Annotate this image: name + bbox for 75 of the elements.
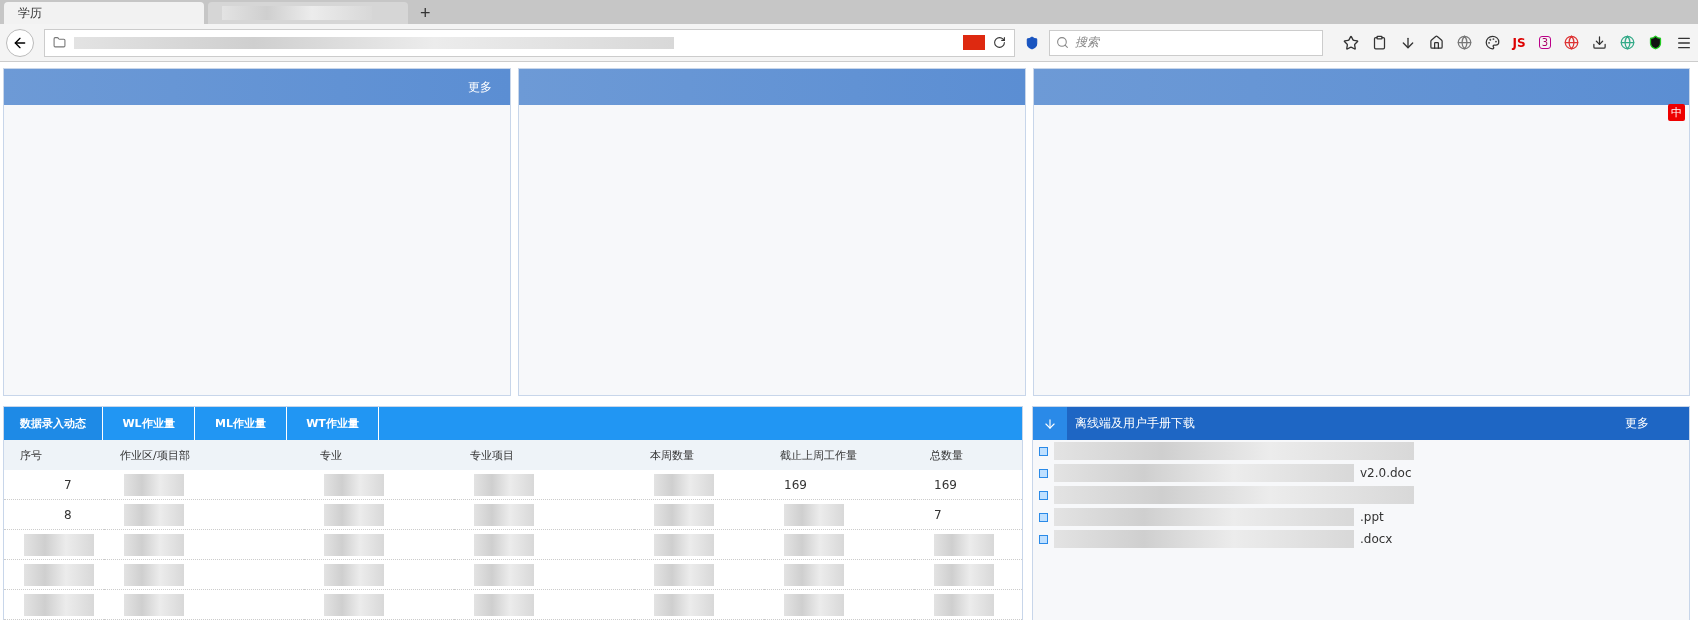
blurred-block <box>324 563 384 586</box>
blurred-block <box>474 503 534 526</box>
palette-icon[interactable] <box>1484 35 1500 50</box>
column-header: 本周数量 <box>634 440 764 470</box>
more-link[interactable]: 更多 <box>468 78 492 96</box>
column-header: 专业项目 <box>454 440 634 470</box>
browser-tab[interactable]: 学历 <box>4 2 204 24</box>
blurred-block <box>24 533 94 556</box>
table-cell: 169 <box>934 477 957 492</box>
back-button[interactable] <box>6 28 34 57</box>
column-header: 专业 <box>304 440 454 470</box>
more-link[interactable]: 更多 <box>1625 415 1649 432</box>
blurred-block <box>324 533 384 556</box>
file-icon <box>1039 468 1048 478</box>
reload-icon[interactable] <box>992 36 1006 49</box>
blurred-block <box>324 593 384 616</box>
table-cell-text: 7 <box>63 477 72 492</box>
blurred-block <box>784 503 844 526</box>
search-field[interactable]: 搜索 <box>1048 29 1323 56</box>
home-icon[interactable] <box>1428 35 1444 50</box>
workload-tab[interactable]: 数据录入动态 <box>4 407 103 440</box>
folder-icon <box>53 36 66 49</box>
file-icon <box>1039 512 1048 522</box>
blurred-block <box>474 533 534 556</box>
js-icon[interactable]: JS <box>1512 35 1526 50</box>
blurred-block <box>654 533 714 556</box>
blurred-block <box>474 563 534 586</box>
blurred-block <box>474 473 534 496</box>
column-header: 序号 <box>4 440 104 470</box>
globe-icon[interactable] <box>1620 35 1635 50</box>
blurred-block <box>24 563 94 586</box>
globe-icon[interactable] <box>1456 35 1472 50</box>
star-icon[interactable] <box>1342 34 1359 51</box>
blurred-block <box>654 563 714 586</box>
table-cell: 169 <box>784 477 807 492</box>
flag-icon <box>962 35 985 50</box>
blurred-block <box>934 533 994 556</box>
blurred-block <box>124 533 184 556</box>
blurred-block <box>934 593 994 616</box>
blurred-block <box>654 503 714 526</box>
blurred-block <box>124 563 184 586</box>
globe-icon[interactable] <box>1564 35 1579 50</box>
blurred-block <box>654 593 714 616</box>
table-cell-text: 8 <box>63 507 72 522</box>
panel-title: 离线端及用户手册下载 <box>1075 415 1196 432</box>
search-icon <box>1055 36 1069 49</box>
blurred-block <box>784 593 844 616</box>
blurred-block <box>324 473 384 496</box>
file-icon <box>1039 446 1048 456</box>
blurred-block <box>784 563 844 586</box>
shield-icon[interactable] <box>1648 35 1663 50</box>
address-field[interactable] <box>44 28 1015 57</box>
column-header: 截止上周工作量 <box>764 440 914 470</box>
clipboard-icon[interactable] <box>1371 35 1387 50</box>
blurred-block <box>124 593 184 616</box>
blurred-block <box>654 473 714 496</box>
file-icon <box>1039 490 1048 500</box>
blurred-block <box>24 593 94 616</box>
status-badge: 中 <box>1668 104 1685 121</box>
download-icon[interactable] <box>1592 35 1607 50</box>
file-link[interactable]: v2.0.doc <box>1360 466 1412 480</box>
file-link[interactable]: .ppt <box>1360 510 1384 524</box>
blurred-block <box>324 503 384 526</box>
blurred-block <box>934 563 994 586</box>
table-cell: 7 <box>934 507 942 522</box>
blurred-block <box>124 503 184 526</box>
blurred-block <box>784 533 844 556</box>
column-header: 总数量 <box>914 440 1022 470</box>
blurred-block <box>124 473 184 496</box>
blurred-block <box>474 593 534 616</box>
file-icon <box>1039 534 1048 544</box>
column-header: 作业区/项目部 <box>104 440 304 470</box>
addon-badge[interactable]: 3 <box>1538 36 1551 49</box>
new-tab-button[interactable]: + <box>412 2 439 24</box>
file-link[interactable]: .docx <box>1360 532 1393 546</box>
